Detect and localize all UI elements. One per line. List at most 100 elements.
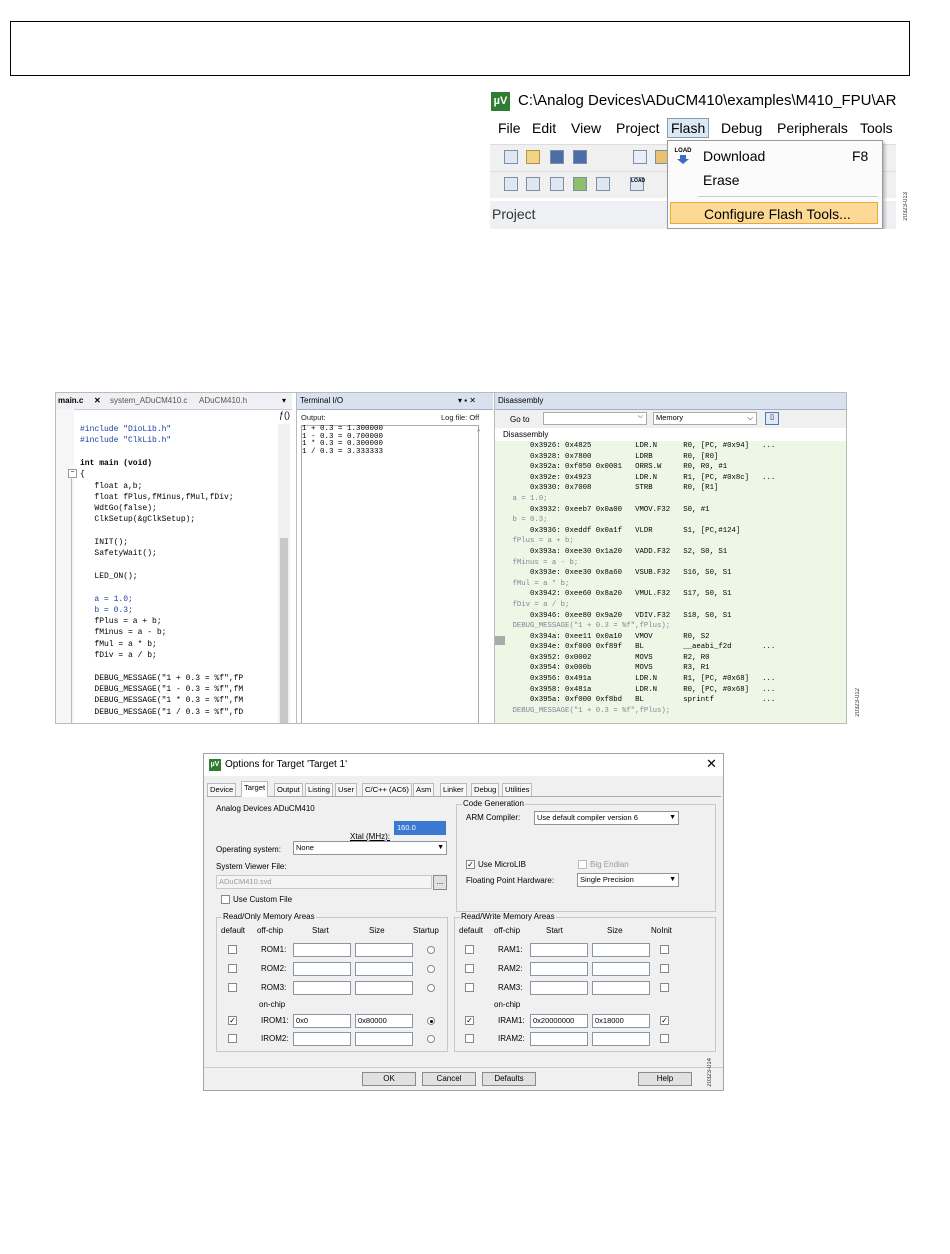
- build-icon[interactable]: [526, 177, 540, 191]
- ram-size-input[interactable]: [592, 962, 650, 976]
- ram-noinit-checkbox[interactable]: [660, 1034, 669, 1043]
- ram-size-input[interactable]: 0x18000: [592, 1014, 650, 1028]
- rom-startup-radio[interactable]: [427, 946, 435, 954]
- editor-scroll-thumb[interactable]: [280, 538, 288, 723]
- ram-start-input[interactable]: [530, 981, 588, 995]
- cancel-button[interactable]: Cancel: [422, 1072, 476, 1086]
- tab-close-icon[interactable]: ✕: [94, 396, 101, 405]
- ram-noinit-checkbox[interactable]: [660, 983, 669, 992]
- copy-icon[interactable]: [633, 150, 647, 164]
- tab-debug[interactable]: Debug: [471, 783, 500, 796]
- rom-startup-radio[interactable]: [427, 965, 435, 973]
- open-folder-icon[interactable]: [526, 150, 540, 164]
- rom-start-input[interactable]: [293, 962, 351, 976]
- tab-list-chevron-down-icon[interactable]: ▾: [282, 396, 286, 405]
- tab-target[interactable]: Target: [241, 781, 269, 797]
- ram-noinit-checkbox[interactable]: [660, 945, 669, 954]
- translate-icon[interactable]: [504, 177, 518, 191]
- stop-build-icon[interactable]: [596, 177, 610, 191]
- rom-startup-radio[interactable]: [427, 984, 435, 992]
- menu-view[interactable]: View: [571, 120, 601, 136]
- tab-asm[interactable]: Asm: [413, 783, 435, 796]
- ram-default-checkbox[interactable]: [465, 983, 474, 992]
- big-endian-checkbox[interactable]: [578, 860, 587, 869]
- ram-noinit-checkbox[interactable]: [660, 964, 669, 973]
- ram-start-input[interactable]: [530, 1032, 588, 1046]
- rom-startup-radio[interactable]: [427, 1035, 435, 1043]
- defaults-button[interactable]: Defaults: [482, 1072, 536, 1086]
- tab-linker[interactable]: Linker: [440, 783, 467, 796]
- code-editor[interactable]: #include "DioLib.h" #include "ClkLib.h" in…: [56, 424, 278, 723]
- rebuild-icon[interactable]: [550, 177, 564, 191]
- menu-tools[interactable]: Tools: [860, 120, 893, 136]
- rom-size-input[interactable]: 0x80000: [355, 1014, 413, 1028]
- rom-start-input[interactable]: 0x0: [293, 1014, 351, 1028]
- use-custom-file-checkbox[interactable]: [221, 895, 230, 904]
- new-file-icon[interactable]: [504, 150, 518, 164]
- svd-input[interactable]: ADuCM410.svd: [216, 875, 432, 889]
- menu-item-configure-flash-tools[interactable]: Configure Flash Tools...: [670, 202, 878, 224]
- cut-icon[interactable]: [610, 150, 624, 164]
- load-icon[interactable]: LOAD: [630, 177, 645, 191]
- use-microlib-checkbox[interactable]: ✓: [466, 860, 475, 869]
- tab-user[interactable]: User: [335, 783, 358, 796]
- ram-start-input[interactable]: 0x20000000: [530, 1014, 588, 1028]
- svd-browse-button[interactable]: ...: [433, 875, 447, 890]
- arm-compiler-select[interactable]: Use default compiler version 6 ▼: [534, 811, 679, 825]
- menu-debug[interactable]: Debug: [721, 120, 762, 136]
- batch-build-icon[interactable]: [573, 177, 587, 191]
- fph-select[interactable]: Single Precision ▼: [577, 873, 679, 887]
- rom-start-input[interactable]: [293, 1032, 351, 1046]
- rom-size-input[interactable]: [355, 1032, 413, 1046]
- rom-startup-radio[interactable]: [427, 1017, 435, 1025]
- menu-flash[interactable]: Flash: [667, 118, 710, 138]
- ram-size-input[interactable]: [592, 1032, 650, 1046]
- rom-size-input[interactable]: [355, 962, 413, 976]
- menu-file[interactable]: File: [498, 120, 521, 136]
- disassembly-listing[interactable]: 0x3926: 0x4825 LDR.N R0, [PC, #0x94] ...…: [495, 441, 846, 723]
- ram-size-input[interactable]: [592, 943, 650, 957]
- rom-size-input[interactable]: [355, 943, 413, 957]
- rom-default-checkbox[interactable]: [228, 945, 237, 954]
- ram-default-checkbox[interactable]: [465, 964, 474, 973]
- rom-default-checkbox[interactable]: [228, 983, 237, 992]
- tab-main-c[interactable]: main.c: [58, 396, 83, 405]
- goto-input[interactable]: ⌵: [543, 412, 647, 425]
- rom-size-input[interactable]: [355, 981, 413, 995]
- ram-size-input[interactable]: [592, 981, 650, 995]
- rom-default-checkbox[interactable]: [228, 1034, 237, 1043]
- memory-window-icon[interactable]: ▯: [765, 412, 779, 425]
- help-button[interactable]: Help: [638, 1072, 692, 1086]
- ram-start-input[interactable]: [530, 962, 588, 976]
- menu-item-erase[interactable]: Erase: [668, 169, 880, 191]
- tab-c-cpp[interactable]: C/C++ (AC6): [362, 783, 412, 796]
- menu-item-download[interactable]: LOAD Download F8: [668, 145, 880, 167]
- save-icon[interactable]: [550, 150, 564, 164]
- save-all-icon[interactable]: [573, 150, 587, 164]
- rom-start-input[interactable]: [293, 943, 351, 957]
- tab-aducm410-h[interactable]: ADuCM410.h: [199, 396, 247, 405]
- memory-select[interactable]: Memory ⌵: [653, 412, 757, 425]
- menu-project[interactable]: Project: [616, 120, 660, 136]
- rom-default-checkbox[interactable]: ✓: [228, 1016, 237, 1025]
- xtal-input[interactable]: 160.0: [394, 821, 446, 835]
- os-select[interactable]: None ▼: [293, 841, 447, 855]
- ram-default-checkbox[interactable]: [465, 1034, 474, 1043]
- menu-peripherals[interactable]: Peripherals: [777, 120, 848, 136]
- terminal-output[interactable]: 1 + 0.3 = 1.300000 1 - 0.3 = 0.700000 1 * …: [301, 425, 479, 723]
- rom-default-checkbox[interactable]: [228, 964, 237, 973]
- scroll-up-icon[interactable]: ^: [477, 429, 480, 436]
- tab-listing[interactable]: Listing: [305, 783, 333, 796]
- ram-default-checkbox[interactable]: ✓: [465, 1016, 474, 1025]
- pane-pin-close-icon[interactable]: ▾ ▪ ✕: [458, 396, 476, 405]
- tab-utilities[interactable]: Utilities: [502, 783, 533, 796]
- function-list-icon[interactable]: ƒ(): [279, 410, 290, 420]
- ram-default-checkbox[interactable]: [465, 945, 474, 954]
- ram-start-input[interactable]: [530, 943, 588, 957]
- tab-output[interactable]: Output: [274, 783, 303, 796]
- tab-system-aducm410-c[interactable]: system_ADuCM410.c: [110, 396, 187, 405]
- close-icon[interactable]: ✕: [706, 756, 717, 772]
- tab-device[interactable]: Device: [207, 783, 237, 796]
- rom-start-input[interactable]: [293, 981, 351, 995]
- ok-button[interactable]: OK: [362, 1072, 416, 1086]
